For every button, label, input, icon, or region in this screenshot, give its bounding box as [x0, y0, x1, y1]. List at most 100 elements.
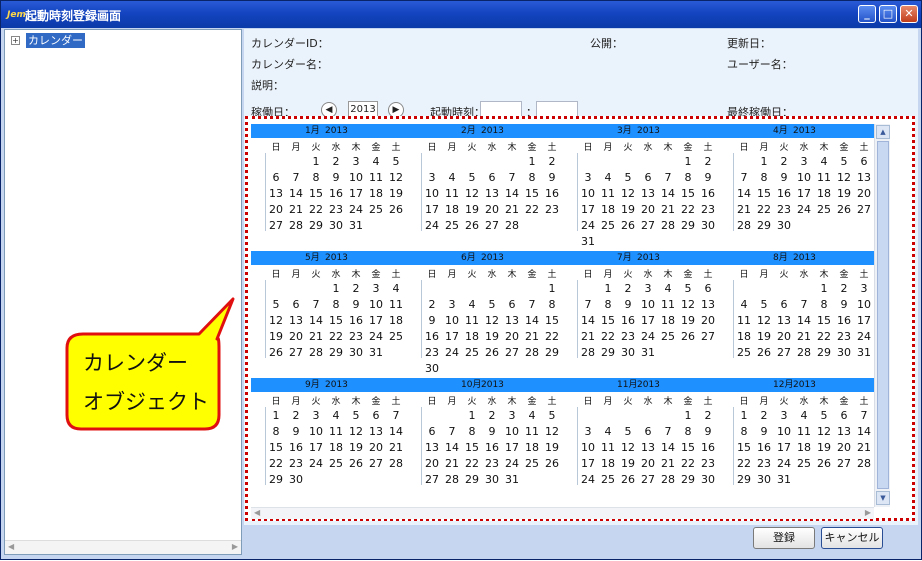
calendar-day[interactable]: 10	[774, 425, 794, 438]
calendar-day[interactable]: 25	[794, 457, 814, 470]
calendar-day[interactable]: 4	[598, 425, 618, 438]
expand-icon[interactable]: +	[11, 36, 20, 45]
calendar-day[interactable]: 7	[522, 298, 542, 311]
calendar-horizontal-scrollbar[interactable]: ◀ ▶	[251, 507, 874, 519]
calendar-day[interactable]: 4	[522, 409, 542, 422]
calendar-day[interactable]: 16	[422, 330, 442, 343]
calendar-day[interactable]: 19	[462, 203, 482, 216]
calendar-day[interactable]: 19	[542, 441, 562, 454]
calendar-day[interactable]: 3	[638, 282, 658, 295]
calendar-day[interactable]: 22	[678, 203, 698, 216]
calendar-day[interactable]: 24	[638, 330, 658, 343]
scroll-right-icon[interactable]: ▶	[232, 542, 238, 551]
calendar-day[interactable]: 17	[502, 441, 522, 454]
calendar-day[interactable]: 2	[754, 409, 774, 422]
calendar-day[interactable]: 15	[522, 187, 542, 200]
calendar-day[interactable]: 29	[734, 473, 754, 486]
calendar-day[interactable]: 6	[834, 409, 854, 422]
calendar-day[interactable]: 3	[422, 171, 442, 184]
calendar-day[interactable]: 6	[482, 171, 502, 184]
calendar-day[interactable]: 24	[502, 457, 522, 470]
calendar-day[interactable]: 7	[286, 171, 306, 184]
calendar-day[interactable]: 27	[854, 203, 874, 216]
calendar-day[interactable]: 23	[326, 203, 346, 216]
calendar-day[interactable]: 8	[306, 171, 326, 184]
calendar-day[interactable]: 14	[306, 314, 326, 327]
calendar-day[interactable]: 4	[734, 298, 754, 311]
calendar-day[interactable]: 28	[442, 473, 462, 486]
calendar-day[interactable]: 27	[286, 346, 306, 359]
title-bar[interactable]: Jem 起動時刻登録画面 _ □ ✕	[1, 1, 921, 28]
calendar-day[interactable]: 11	[386, 298, 406, 311]
calendar-day[interactable]: 11	[326, 425, 346, 438]
calendar-day[interactable]: 17	[442, 330, 462, 343]
tree-item-calendar[interactable]: カレンダー	[26, 33, 85, 48]
calendar-day[interactable]: 4	[442, 171, 462, 184]
calendar-day[interactable]: 6	[422, 425, 442, 438]
calendar-day[interactable]: 8	[814, 298, 834, 311]
calendar-day[interactable]: 16	[326, 187, 346, 200]
calendar-day[interactable]: 23	[618, 330, 638, 343]
calendar-day[interactable]: 7	[386, 409, 406, 422]
calendar-day[interactable]: 25	[598, 219, 618, 232]
calendar-day[interactable]: 6	[286, 298, 306, 311]
calendar-day[interactable]: 24	[366, 330, 386, 343]
calendar-day[interactable]: 8	[462, 425, 482, 438]
calendar-vertical-scrollbar[interactable]: ▲ ▼	[874, 124, 890, 507]
calendar-day[interactable]: 30	[698, 473, 718, 486]
calendar-day[interactable]: 9	[754, 425, 774, 438]
calendar-day[interactable]: 30	[698, 219, 718, 232]
calendar-day[interactable]: 22	[326, 330, 346, 343]
calendar-day[interactable]: 3	[346, 155, 366, 168]
calendar-day[interactable]: 9	[286, 425, 306, 438]
calendar-day[interactable]: 18	[386, 314, 406, 327]
calendar-day[interactable]: 14	[286, 187, 306, 200]
calendar-day[interactable]: 29	[462, 473, 482, 486]
calendar-day[interactable]: 29	[306, 219, 326, 232]
calendar-day[interactable]: 15	[542, 314, 562, 327]
calendar-day[interactable]: 6	[502, 298, 522, 311]
calendar-day[interactable]: 26	[266, 346, 286, 359]
calendar-day[interactable]: 28	[794, 346, 814, 359]
calendar-day[interactable]: 2	[346, 282, 366, 295]
scroll-down-icon[interactable]: ▼	[876, 491, 890, 505]
calendar-day[interactable]: 15	[734, 441, 754, 454]
calendar-day[interactable]: 1	[542, 282, 562, 295]
calendar-day[interactable]: 30	[422, 362, 442, 375]
calendar-day[interactable]: 23	[542, 203, 562, 216]
calendar-day[interactable]: 6	[698, 282, 718, 295]
calendar-day[interactable]: 13	[502, 314, 522, 327]
calendar-day[interactable]: 10	[854, 298, 874, 311]
calendar-day[interactable]: 25	[814, 203, 834, 216]
calendar-day[interactable]: 16	[286, 441, 306, 454]
calendar-day[interactable]: 3	[502, 409, 522, 422]
calendar-day[interactable]: 19	[754, 330, 774, 343]
calendar-day[interactable]: 16	[482, 441, 502, 454]
calendar-day[interactable]: 1	[462, 409, 482, 422]
calendar-day[interactable]: 22	[522, 203, 542, 216]
calendar-day[interactable]: 13	[482, 187, 502, 200]
calendar-day[interactable]: 10	[502, 425, 522, 438]
calendar-day[interactable]: 11	[794, 425, 814, 438]
calendar-day[interactable]: 20	[638, 457, 658, 470]
calendar-day[interactable]: 21	[794, 330, 814, 343]
calendar-day[interactable]: 4	[386, 282, 406, 295]
calendar-day[interactable]: 18	[658, 314, 678, 327]
calendar-day[interactable]: 17	[306, 441, 326, 454]
calendar-day[interactable]: 16	[834, 314, 854, 327]
calendar-day[interactable]: 21	[854, 441, 874, 454]
calendar-day[interactable]: 24	[854, 330, 874, 343]
calendar-day[interactable]: 18	[522, 441, 542, 454]
calendar-day[interactable]: 14	[522, 314, 542, 327]
calendar-day[interactable]: 28	[854, 457, 874, 470]
calendar-day[interactable]: 26	[618, 219, 638, 232]
calendar-day[interactable]: 7	[306, 298, 326, 311]
calendar-day[interactable]: 30	[834, 346, 854, 359]
calendar-day[interactable]: 3	[578, 171, 598, 184]
calendar-day[interactable]: 15	[754, 187, 774, 200]
calendar-day[interactable]: 31	[346, 219, 366, 232]
calendar-day[interactable]: 17	[578, 457, 598, 470]
calendar-day[interactable]: 21	[306, 330, 326, 343]
calendar-day[interactable]: 25	[326, 457, 346, 470]
calendar-day[interactable]: 10	[442, 314, 462, 327]
